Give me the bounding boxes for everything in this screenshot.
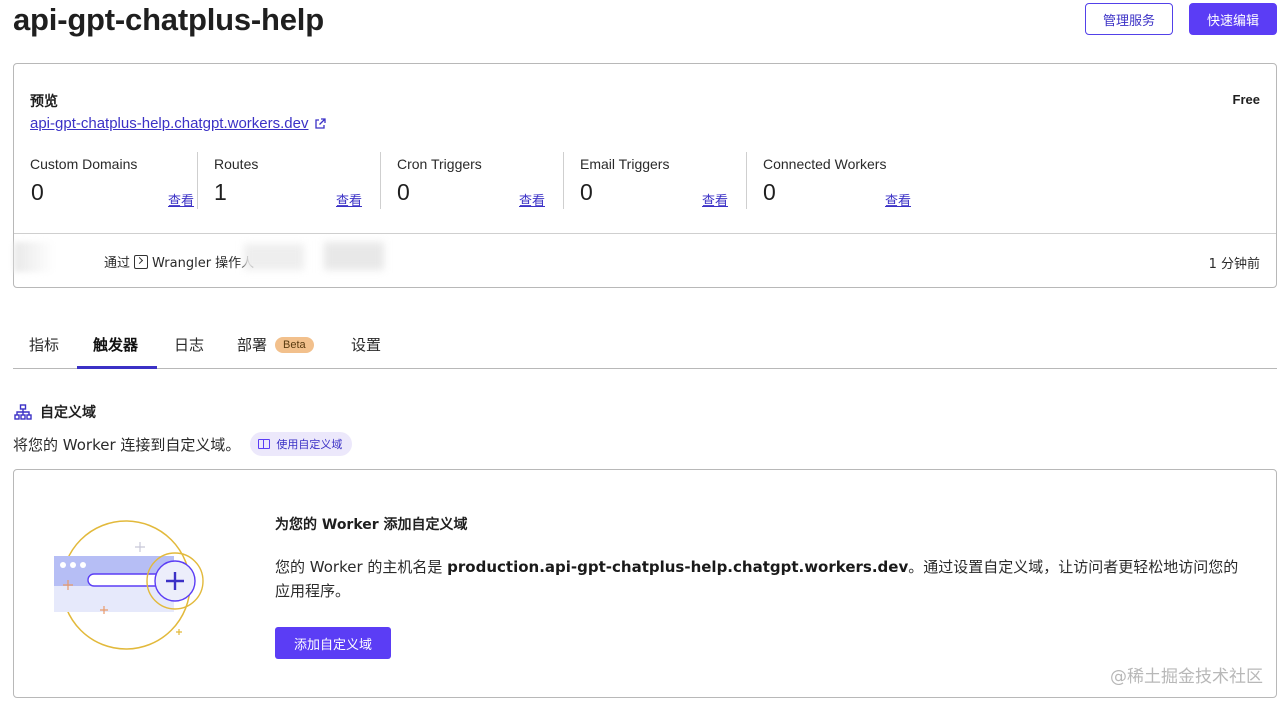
stat-value: 0	[763, 179, 776, 205]
view-link[interactable]: 查看	[519, 190, 545, 209]
tab-metrics[interactable]: 指标	[29, 334, 59, 355]
view-link[interactable]: 查看	[702, 190, 728, 209]
stat-connected-workers: Connected Workers 0 查看	[746, 152, 929, 209]
tab-label: 部署	[237, 336, 268, 354]
card-title: 为您的 Worker 添加自定义域	[275, 517, 468, 533]
divider	[14, 233, 1276, 234]
beta-badge: Beta	[275, 336, 314, 353]
tab-settings[interactable]: 设置	[351, 334, 381, 355]
stat-cron-triggers: Cron Triggers 0 查看	[380, 152, 563, 209]
card-body: 您的 Worker 的主机名是 production.api-gpt-chatp…	[275, 555, 1245, 603]
stat-label: Connected Workers	[763, 156, 887, 172]
worker-hostname: production.api-gpt-chatplus-help.chatgpt…	[447, 558, 909, 576]
plan-badge: Free	[1232, 92, 1260, 107]
stat-custom-domains: Custom Domains 0 查看	[30, 152, 197, 209]
deploy-prefix: 通过	[104, 256, 131, 271]
preview-link[interactable]: api-gpt-chatplus-help.chatgpt.workers.de…	[30, 115, 327, 132]
stat-value: 0	[397, 179, 410, 205]
tab-deployments[interactable]: 部署 Beta	[237, 334, 314, 355]
deploy-time: 1 分钟前	[1208, 257, 1260, 272]
body-prefix: 您的 Worker 的主机名是	[275, 558, 448, 576]
stat-email-triggers: Email Triggers 0 查看	[563, 152, 746, 209]
section-title-text: 自定义域	[40, 405, 96, 421]
section-title: 自定义域	[14, 402, 96, 422]
quick-edit-button[interactable]: 快速编辑	[1189, 3, 1277, 35]
stat-label: Routes	[214, 156, 259, 172]
stat-value: 1	[214, 179, 227, 205]
stat-value: 0	[580, 179, 593, 205]
add-domain-card: 为您的 Worker 添加自定义域 您的 Worker 的主机名是 produc…	[13, 469, 1277, 698]
description-text: 将您的 Worker 连接到自定义域。	[13, 435, 241, 454]
redacted-area	[14, 242, 54, 272]
deployment-info: 通过 Wrangler 操作人	[104, 252, 254, 271]
stat-label: Cron Triggers	[397, 156, 482, 172]
page-title: api-gpt-chatplus-help	[13, 2, 324, 37]
docs-link[interactable]: 使用自定义域	[250, 432, 353, 456]
overview-panel: 预览 api-gpt-chatplus-help.chatgpt.workers…	[13, 63, 1277, 288]
redacted-area	[244, 244, 304, 270]
view-link[interactable]: 查看	[885, 190, 911, 209]
tab-bar: 指标 触发器 日志 部署 Beta 设置	[13, 322, 1277, 369]
terminal-icon	[134, 254, 149, 269]
sitemap-icon	[14, 404, 32, 420]
add-custom-domain-button[interactable]: 添加自定义域	[275, 627, 391, 659]
manage-service-button[interactable]: 管理服务	[1085, 3, 1173, 35]
active-tab-indicator	[77, 366, 157, 369]
stat-value: 0	[31, 179, 44, 205]
view-link[interactable]: 查看	[168, 190, 194, 209]
preview-url[interactable]: api-gpt-chatplus-help.chatgpt.workers.de…	[30, 115, 308, 132]
view-link[interactable]: 查看	[336, 190, 362, 209]
stat-label: Custom Domains	[30, 156, 138, 172]
watermark: @稀土掘金技术社区	[1110, 667, 1263, 687]
redacted-area	[324, 242, 384, 270]
tab-logs[interactable]: 日志	[174, 334, 204, 355]
stat-label: Email Triggers	[580, 156, 670, 172]
docs-link-label[interactable]: 使用自定义域	[276, 436, 342, 452]
external-link-icon	[315, 117, 327, 129]
section-description: 将您的 Worker 连接到自定义域。 使用自定义域	[13, 432, 353, 456]
book-icon	[258, 439, 271, 449]
preview-label: 预览	[30, 94, 58, 110]
deploy-tool: Wrangler 操作人	[152, 256, 255, 271]
tab-triggers[interactable]: 触发器	[93, 334, 138, 355]
stat-routes: Routes 1 查看	[197, 152, 380, 209]
domain-illustration-icon	[54, 520, 204, 650]
